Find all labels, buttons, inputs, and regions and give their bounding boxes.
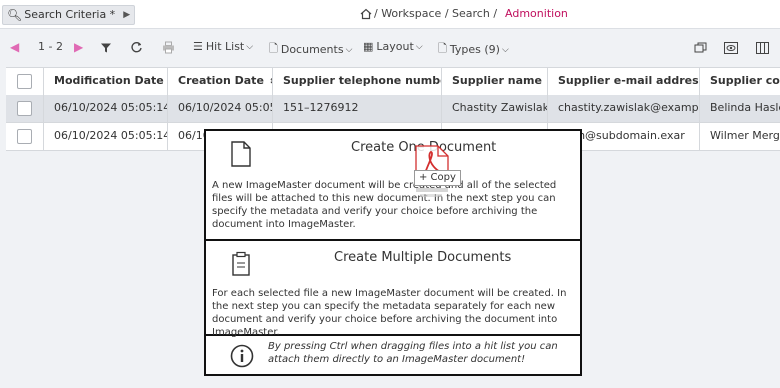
columns-icon[interactable] [756,42,769,54]
hit-list-menu[interactable]: ☰ Hit List ⌵ [193,40,253,53]
top-bar: 🔍︎ Search Criteria * ▶ / Workspace / Sea… [0,0,780,29]
create-one-document-text: A new ImageMaster document will be creat… [212,180,557,230]
row-checkbox[interactable] [17,101,32,116]
select-all-checkbox[interactable] [17,74,32,89]
window-icon[interactable] [694,42,707,54]
chevron-down-icon: ⌵ [345,44,353,55]
column-label: Creation Date [178,74,264,87]
search-criteria-button[interactable]: 🔍︎ Search Criteria * ▶ [2,5,136,25]
hit-list-label: Hit List [205,40,245,53]
column-label: Supplier conta [710,74,780,87]
search-icon: 🔍︎ [7,8,23,22]
drop-target-dialog: Create One Document A new ImageMaster do… [204,129,582,376]
list-icon: ☰ [193,40,203,53]
grid-header: Modification Date⬍ Creation Date⬍ Suppli… [6,67,780,96]
breadcrumb: / Workspace / Search / Admonition [360,7,568,20]
layout-icon: ▦ [363,40,374,53]
cell-creation-date: 06/10/2024 05:05: [167,95,272,122]
hint-text: By pressing Ctrl when dragging files int… [268,341,558,365]
layout-label: Layout [376,40,414,53]
create-multiple-documents-title: Create Multiple Documents [334,250,512,265]
prev-page-icon[interactable]: ◀ [10,40,19,54]
column-header-supplier-email[interactable]: Supplier e-mail address⬍ [547,68,699,95]
info-icon [230,344,254,368]
column-header-supplier-telephone[interactable]: Supplier telephone number⬍ [272,68,441,95]
cell-supplier-name: Chastity Zawislak [441,95,547,122]
breadcrumb-path[interactable]: / Workspace / Search / [374,7,497,20]
create-multiple-documents-text: For each selected file a new ImageMaster… [212,288,567,338]
preview-eye-icon[interactable] [724,42,738,54]
column-header-modification-date[interactable]: Modification Date⬍ [43,68,167,95]
breadcrumb-active: Admonition [505,7,568,20]
cell-contact: Wilmer Merge [699,123,780,150]
column-label: Supplier e-mail address [558,74,699,87]
create-one-document-zone[interactable]: Create One Document A new ImageMaster do… [206,131,580,241]
copy-drag-tooltip: + Copy [414,170,461,186]
cell-contact: Belinda Hasley [699,95,780,122]
documents-menu[interactable]: 🗋 Documents ⌵ [269,40,352,59]
types-label: Types (9) [449,43,500,56]
toolbar: ◀ 1 - 2 ▶ ☰ Hit List ⌵ 🗋 Documents ⌵ ▦ L… [0,36,780,62]
column-label: Modification Date [54,74,164,87]
layout-menu[interactable]: ▦ Layout ⌵ [363,40,423,53]
chevron-down-icon: ⌵ [415,41,423,52]
hint-section: By pressing Ctrl when dragging files int… [206,336,580,374]
multiple-documents-icon [232,251,250,276]
search-criteria-label: Search Criteria * [24,8,116,21]
column-label: Supplier telephone number [283,74,441,87]
home-icon[interactable] [360,8,372,20]
chevron-down-icon: ⌵ [501,44,509,55]
column-header-supplier-contact[interactable]: Supplier conta [699,68,780,95]
table-row[interactable]: 06/10/2024 05:05:14 06/10/2024 05:05: 15… [6,95,780,123]
types-icon: 🗋 [438,42,447,55]
cell-modification-date: 06/10/2024 05:05:14 [43,123,167,150]
column-header-supplier-name[interactable]: Supplier name⬍ [441,68,547,95]
document-icon: 🗋 [269,42,278,55]
cell-email: chastity.zawislak@example.c [547,95,699,122]
types-menu[interactable]: 🗋 Types (9) ⌵ [438,40,509,59]
column-label: Supplier name [452,74,542,87]
expand-triangle-icon: ▶ [123,10,131,20]
single-document-icon [231,141,251,167]
cell-modification-date: 06/10/2024 05:05:14 [43,95,167,122]
chevron-down-icon: ⌵ [246,41,254,52]
row-checkbox[interactable] [17,129,32,144]
create-multiple-documents-zone[interactable]: Create Multiple Documents For each selec… [206,241,580,338]
documents-label: Documents [280,43,344,56]
column-header-creation-date[interactable]: Creation Date⬍ [167,68,272,95]
pager-label: 1 - 2 [38,40,63,53]
filter-icon[interactable] [100,42,112,54]
refresh-icon[interactable] [130,41,143,54]
cell-telephone: 151–1276912 [272,95,441,122]
next-page-icon[interactable]: ▶ [74,40,83,54]
print-icon[interactable] [162,41,175,54]
